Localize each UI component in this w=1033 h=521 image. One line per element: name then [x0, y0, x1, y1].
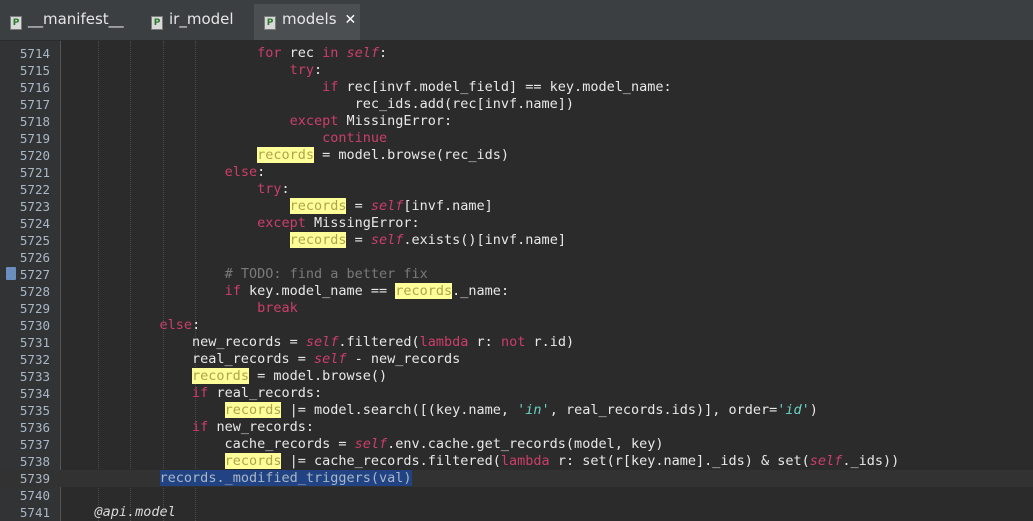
code-text: records |= model.search([(key.name, 'in'…	[224, 402, 818, 418]
line-number: 5729	[19, 301, 50, 316]
line-number: 5717	[19, 97, 50, 112]
code-text: cache_records = self.env.cache.get_recor…	[62, 436, 664, 452]
code-line[interactable]: 5727 # TODO: find a better fix	[0, 266, 1033, 283]
line-number: 5714	[19, 46, 50, 61]
line-number: 5737	[19, 437, 50, 452]
code-text: if real_records:	[192, 385, 323, 401]
code-text: # TODO: find a better fix	[224, 266, 428, 282]
code-text: except MissingError:	[257, 215, 420, 231]
tab-manifest[interactable]: P __manifest__	[0, 4, 138, 40]
code-text: @api.model	[94, 504, 176, 520]
code-text: records = model.browse(rec_ids)	[257, 147, 510, 163]
tab-models[interactable]: Pmodels ✕	[254, 4, 360, 40]
code-line[interactable]: 5725 records = self.exists()[invf.name]	[0, 232, 1033, 249]
code-text: else:	[159, 317, 201, 333]
line-number: 5725	[19, 233, 50, 248]
code-line[interactable]: 5715 try:	[0, 62, 1033, 79]
line-number: 5734	[19, 386, 50, 401]
python-file-icon: P	[264, 16, 276, 30]
code-line[interactable]: 5721 else:	[0, 164, 1033, 181]
code-line[interactable]: 5718 except MissingError:	[0, 113, 1033, 130]
code-text: break	[257, 300, 298, 316]
line-number: 5732	[19, 352, 50, 367]
code-line[interactable]: 5716 if rec[invf.model_field] == key.mod…	[0, 79, 1033, 96]
line-number: 5730	[19, 318, 50, 333]
tab-label: ir_model	[169, 10, 234, 28]
line-number: 5739	[19, 471, 50, 486]
close-icon[interactable]: ✕	[345, 12, 357, 28]
line-number: 5716	[19, 80, 50, 95]
tab-label: __manifest__	[28, 10, 124, 28]
code-line[interactable]: 5735 records |= model.search([(key.name,…	[0, 402, 1033, 419]
code-line[interactable]: 5741 @api.model	[0, 504, 1033, 521]
code-text: if key.model_name == records._name:	[224, 283, 510, 299]
line-number: 5718	[19, 114, 50, 129]
line-number: 5736	[19, 420, 50, 435]
line-number: 5741	[19, 505, 50, 520]
code-line[interactable]: 5729 break	[0, 300, 1033, 317]
code-text: new_records = self.filtered(lambda r: no…	[62, 334, 575, 350]
code-lines: 57135714 for rec in self:5715 try:5716 i…	[0, 41, 1033, 521]
code-line[interactable]: 5731 new_records = self.filtered(lambda …	[0, 334, 1033, 351]
code-line[interactable]: 5723 records = self[invf.name]	[0, 198, 1033, 215]
line-number: 5720	[19, 148, 50, 163]
code-line[interactable]: 5728 if key.model_name == records._name:	[0, 283, 1033, 300]
line-number: 5719	[19, 131, 50, 146]
code-text: rec_ids.add(rec[invf.name])	[62, 96, 575, 112]
line-number: 5740	[19, 488, 50, 503]
line-number: 5723	[19, 199, 50, 214]
line-number: 5724	[19, 216, 50, 231]
line-number: 5738	[19, 454, 50, 469]
code-text: real_records = self - new_records	[62, 351, 461, 367]
code-text: records = model.browse()	[192, 368, 388, 384]
code-text: records = self.exists()[invf.name]	[289, 232, 566, 248]
line-number: 5728	[19, 284, 50, 299]
code-text: try:	[289, 62, 323, 78]
code-text: except MissingError:	[289, 113, 453, 129]
code-line[interactable]: 5719 continue	[0, 130, 1033, 147]
code-line[interactable]: 5730 else:	[0, 317, 1033, 334]
code-line[interactable]: 5734 if real_records:	[0, 385, 1033, 402]
line-number: 5726	[19, 250, 50, 265]
code-text: records |= cache_records.filtered(lambda…	[224, 453, 900, 469]
code-editor[interactable]: 57135714 for rec in self:5715 try:5716 i…	[0, 41, 1033, 521]
code-text: for rec in self:	[257, 45, 388, 61]
code-text: try:	[257, 181, 290, 197]
code-text: if new_records:	[192, 419, 314, 435]
code-line[interactable]: 5724 except MissingError:	[0, 215, 1033, 232]
tab-ir-model[interactable]: Pir_model	[141, 4, 249, 40]
code-line[interactable]: 5733 records = model.browse()	[0, 368, 1033, 385]
code-line[interactable]: 5720 records = model.browse(rec_ids)	[0, 147, 1033, 164]
editor-tab-bar: P __manifest__ Pir_model Pmodels ✕	[0, 0, 1033, 41]
code-line[interactable]: 5722 try:	[0, 181, 1033, 198]
code-line[interactable]: 5714 for rec in self:	[0, 45, 1033, 62]
code-line[interactable]: 5739 records._modified_triggers(val)	[0, 470, 1033, 487]
code-line[interactable]: 5717 rec_ids.add(rec[invf.name])	[0, 96, 1033, 113]
code-text: if rec[invf.model_field] == key.model_na…	[322, 79, 672, 95]
python-file-icon: P	[151, 16, 163, 30]
bookmark-icon[interactable]	[6, 267, 16, 280]
tab-label: models	[282, 10, 337, 28]
line-number: 5715	[19, 63, 50, 78]
python-file-icon: P	[10, 16, 22, 30]
code-line[interactable]: 5737 cache_records = self.env.cache.get_…	[0, 436, 1033, 453]
code-line[interactable]: 5736 if new_records:	[0, 419, 1033, 436]
code-line[interactable]: 5732 real_records = self - new_records	[0, 351, 1033, 368]
code-line[interactable]: 5738 records |= cache_records.filtered(l…	[0, 453, 1033, 470]
code-text: records._modified_triggers(val)	[159, 470, 412, 486]
line-number: 5731	[19, 335, 50, 350]
line-number: 5721	[19, 165, 50, 180]
line-number: 5733	[19, 369, 50, 384]
code-text: continue	[322, 130, 388, 146]
code-text: else:	[224, 164, 266, 180]
line-number: 5722	[19, 182, 50, 197]
line-number: 5735	[19, 403, 50, 418]
code-text: records = self[invf.name]	[289, 198, 493, 214]
code-line[interactable]: 5726	[0, 249, 1033, 266]
code-line[interactable]: 5740	[0, 487, 1033, 504]
